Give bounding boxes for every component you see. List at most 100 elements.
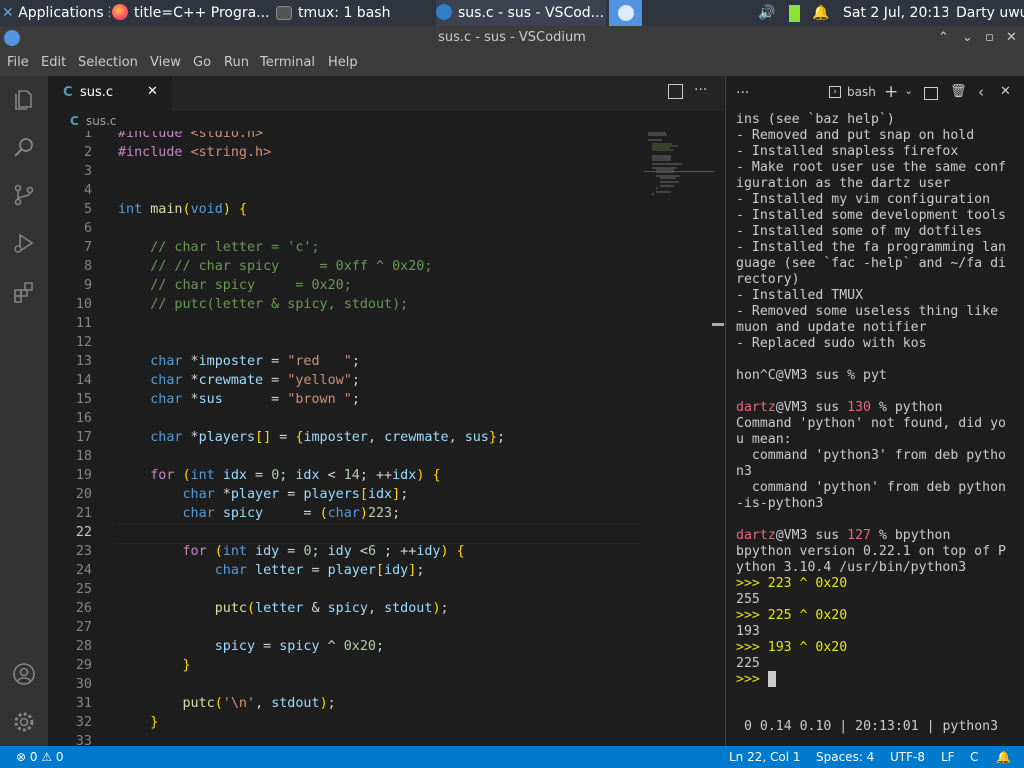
line-number: 21 <box>75 506 92 521</box>
menu-file[interactable]: File <box>7 50 29 76</box>
terminal-panel: ··· › bash + ⌄ 🗑 ‹ ✕ ins (see `baz help`… <box>725 76 1024 746</box>
line-number: 27 <box>75 620 92 635</box>
taskbar-window-firefox[interactable]: title=C++ Progra... <box>112 0 270 26</box>
terminal-shell-label[interactable]: bash <box>847 85 876 99</box>
code-line: char *imposter = "red "; <box>150 354 360 369</box>
editor-tab-bar: C sus.c ✕ ··· <box>48 76 724 111</box>
encoding[interactable]: UTF-8 <box>890 746 925 768</box>
code-line: putc(letter & spicy, stdout); <box>214 601 449 616</box>
code-line: char *sus = "brown "; <box>150 392 360 407</box>
breadcrumb-file[interactable]: sus.c <box>86 114 117 128</box>
tab-label: sus.c <box>80 85 114 100</box>
line-number: 28 <box>75 639 92 654</box>
line-number: 18 <box>75 449 92 464</box>
line-number: 19 <box>75 468 92 483</box>
settings-gear-icon[interactable] <box>12 710 36 734</box>
vscodium-icon <box>436 4 452 20</box>
window-titlebar: sus.c - sus - VSCodium ⌃ ⌄ ▫ ✕ <box>0 26 1024 50</box>
code-line: char *crewmate = "yellow"; <box>150 373 360 388</box>
volume-icon[interactable]: 🔊 <box>758 0 778 26</box>
line-number: 2 <box>83 145 92 160</box>
code-line: for (int idy = 0; idy <6 ; ++idy) { <box>182 544 465 559</box>
terminal-shell-icon: › <box>829 86 841 98</box>
line-number: 14 <box>75 373 92 388</box>
source-control-icon[interactable] <box>12 183 36 207</box>
code-line: for (int idx = 0; idx < 14; ++idx) { <box>150 468 441 483</box>
status-bar: ⊗ 0 ⚠ 0 Ln 22, Col 1 Spaces: 4 UTF-8 LF … <box>0 746 1024 768</box>
terminal-more-icon[interactable]: ··· <box>736 85 749 101</box>
line-number: 1 <box>83 131 92 141</box>
code-line: // char spicy = 0x20; <box>150 278 352 293</box>
new-terminal-plus-icon[interactable]: + <box>884 82 898 102</box>
more-actions-icon[interactable]: ··· <box>694 82 707 98</box>
minimap[interactable] <box>644 131 714 211</box>
close-window-icon[interactable]: ✕ <box>1006 26 1017 50</box>
terminal-icon <box>276 6 292 20</box>
tmux-status-line: 0 0.14 0.10 | 20:13:01 | python3 <box>744 719 999 734</box>
code-line: } <box>150 715 159 730</box>
applications-menu[interactable]: ✕ Applications ☰ <box>2 0 110 26</box>
account-icon[interactable] <box>12 662 36 686</box>
line-number: 33 <box>75 734 92 746</box>
line-number: 20 <box>75 487 92 502</box>
taskbar-window-tmux[interactable]: tmux: 1 bash <box>276 0 426 26</box>
end-of-line[interactable]: LF <box>941 746 955 768</box>
firefox-icon <box>112 4 128 20</box>
terminal-dropdown-chevron-icon[interactable]: ⌄ <box>904 84 913 97</box>
terminal-output[interactable]: ins (see `baz help`) - Removed and put s… <box>736 112 1021 688</box>
notifications-bell-icon[interactable]: 🔔 <box>996 746 1011 768</box>
menu-run[interactable]: Run <box>224 50 249 76</box>
c-file-icon: C <box>70 114 79 128</box>
unmaximize-icon[interactable]: ⌄ <box>962 26 973 50</box>
maximize-icon[interactable]: ▫ <box>985 26 994 50</box>
tab-sus-c[interactable]: C sus.c ✕ <box>48 76 172 111</box>
close-tab-icon[interactable]: ✕ <box>147 84 158 99</box>
editor-scrollbar[interactable] <box>712 323 724 326</box>
split-editor-icon[interactable] <box>668 84 683 99</box>
cursor-position[interactable]: Ln 22, Col 1 <box>729 746 801 768</box>
battery-icon[interactable] <box>788 0 802 26</box>
menu-go[interactable]: Go <box>193 50 211 76</box>
explorer-files-icon[interactable] <box>12 88 36 112</box>
menubar: File Edit Selection View Go Run Terminal… <box>0 50 1024 76</box>
split-terminal-icon[interactable] <box>924 87 938 100</box>
clock[interactable]: Sat 2 Jul, 20:13 <box>843 0 948 26</box>
line-number: 11 <box>75 316 92 331</box>
code-line: } <box>182 658 191 673</box>
workspace-button[interactable] <box>609 0 642 26</box>
code-line: int main(void) { <box>118 202 247 217</box>
notification-bell-icon[interactable]: 🔔 <box>812 0 830 26</box>
previous-chevron-left-icon[interactable]: ‹ <box>978 83 984 101</box>
menu-selection[interactable]: Selection <box>78 50 138 76</box>
search-icon[interactable] <box>12 135 36 159</box>
minimize-chevron-icon[interactable]: ⌃ <box>938 26 949 50</box>
run-debug-icon[interactable] <box>12 231 36 255</box>
menu-help[interactable]: Help <box>328 50 358 76</box>
user-menu[interactable]: Darty uwu <box>956 0 1024 26</box>
xfce-logo-icon: ✕ <box>2 5 14 21</box>
problems-indicator[interactable]: ⊗ 0 ⚠ 0 <box>16 746 64 768</box>
taskbar-window-vscodium[interactable]: sus.c - sus - VSCod... <box>436 0 606 26</box>
indentation[interactable]: Spaces: 4 <box>816 746 874 768</box>
menu-terminal[interactable]: Terminal <box>260 50 315 76</box>
line-number: 16 <box>75 411 92 426</box>
line-number: 24 <box>75 563 92 578</box>
line-number: 7 <box>83 240 92 255</box>
breadcrumb: C sus.c <box>48 111 724 131</box>
window-title: sus.c - sus - VSCodium <box>438 30 586 45</box>
c-file-icon: C <box>63 85 73 100</box>
code-editor[interactable]: 1 #include <stdio.h> 2 #include <string.h> 3… <box>48 131 724 746</box>
line-number: 29 <box>75 658 92 673</box>
menu-edit[interactable]: Edit <box>41 50 66 76</box>
language-mode[interactable]: C <box>970 746 978 768</box>
menu-view[interactable]: View <box>150 50 181 76</box>
line-number: 10 <box>75 297 92 312</box>
line-number: 8 <box>83 259 92 274</box>
terminal-toolbar: ··· › bash + ⌄ 🗑 ‹ ✕ <box>726 76 1024 111</box>
code-line: putc('\n', stdout); <box>182 696 336 711</box>
extensions-icon[interactable] <box>12 280 36 304</box>
line-number: 3 <box>83 164 92 179</box>
line-number: 4 <box>83 183 92 198</box>
close-panel-icon[interactable]: ✕ <box>1000 84 1011 99</box>
kill-terminal-trash-icon[interactable]: 🗑 <box>950 84 967 99</box>
